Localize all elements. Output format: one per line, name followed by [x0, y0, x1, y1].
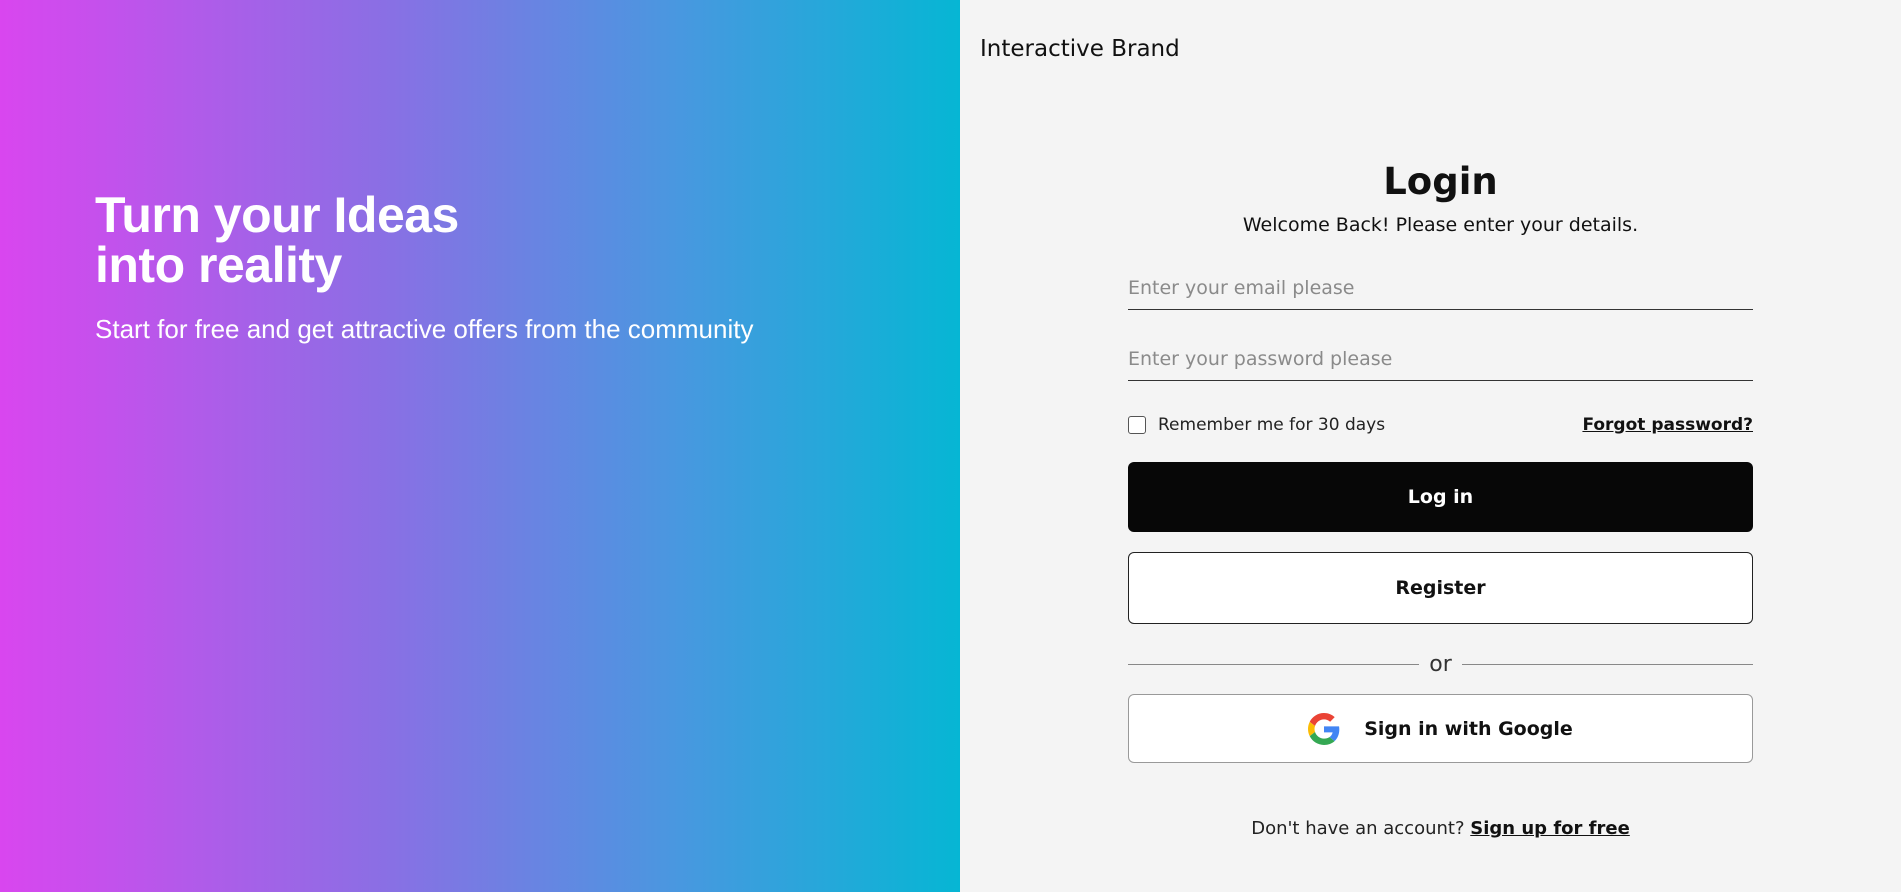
remember-checkbox[interactable]	[1128, 416, 1146, 434]
remember-me[interactable]: Remember me for 30 days	[1128, 415, 1385, 435]
hero-title: Turn your Ideas into reality	[95, 190, 459, 290]
brand-name: Interactive Brand	[980, 36, 1180, 62]
google-button-label: Sign in with Google	[1364, 717, 1573, 740]
signup-link[interactable]: Sign up for free	[1470, 818, 1630, 839]
signup-prompt: Don't have an account?	[1251, 818, 1465, 839]
remember-label: Remember me for 30 days	[1158, 415, 1386, 435]
hero-subtitle: Start for free and get attractive offers…	[95, 314, 754, 344]
forgot-password-link[interactable]: Forgot password?	[1582, 415, 1753, 435]
hero-panel: Turn your Ideas into reality Start for f…	[0, 0, 960, 892]
google-logo-icon	[1308, 712, 1340, 745]
login-title: Login	[1383, 160, 1498, 203]
google-signin-button[interactable]: Sign in with Google	[1128, 694, 1753, 763]
signup-row: Don't have an account? Sign up for free	[1128, 818, 1753, 839]
login-form: Login Welcome Back! Please enter your de…	[1128, 160, 1754, 839]
options-row: Remember me for 30 days Forgot password?	[1128, 413, 1753, 437]
password-input[interactable]	[1128, 337, 1753, 381]
divider-text: or	[1429, 651, 1452, 677]
login-button[interactable]: Log in	[1128, 462, 1753, 532]
or-divider: or	[1128, 651, 1754, 677]
email-input[interactable]	[1128, 266, 1753, 310]
hero-title-line-2: into reality	[95, 237, 342, 293]
divider-line-right	[1461, 663, 1754, 665]
hero-title-line-1: Turn your Ideas	[95, 187, 459, 243]
welcome-text: Welcome Back! Please enter your details.	[1242, 214, 1639, 236]
login-panel: Interactive Brand Login Welcome Back! Pl…	[960, 0, 1901, 892]
register-button[interactable]: Register	[1128, 552, 1753, 624]
divider-line-left	[1128, 663, 1420, 665]
